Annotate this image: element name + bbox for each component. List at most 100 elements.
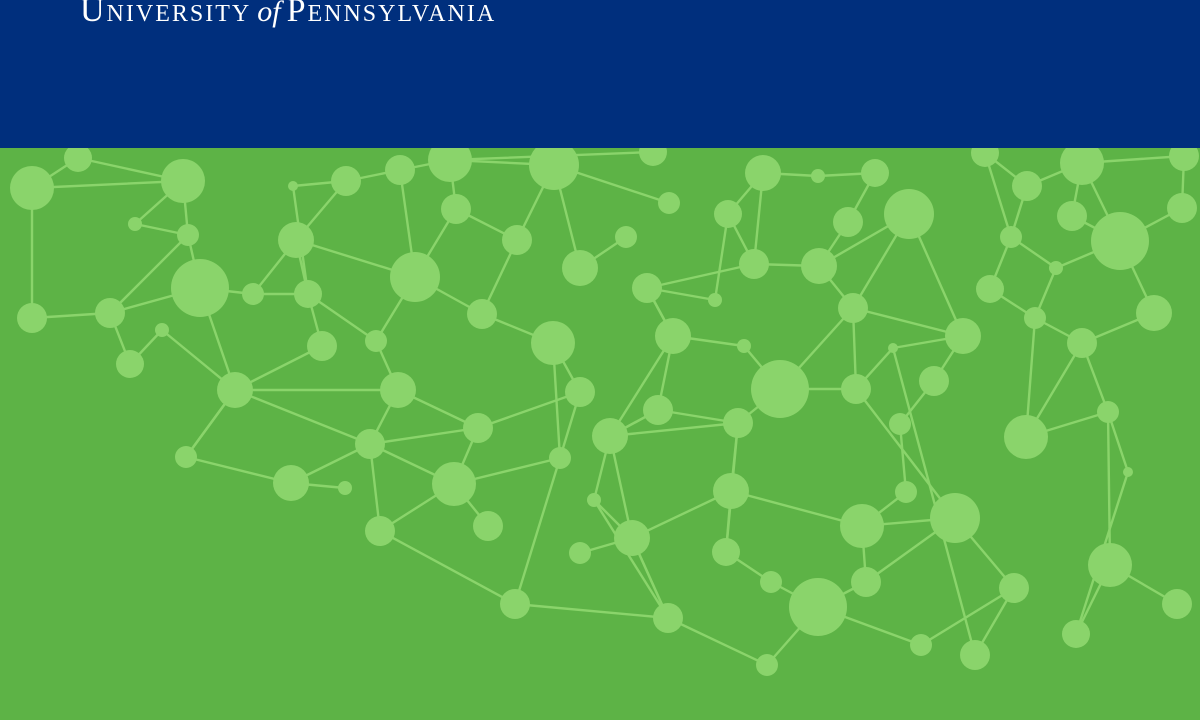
- network-node: [10, 166, 54, 210]
- network-node: [658, 192, 680, 214]
- network-node: [294, 280, 322, 308]
- network-node: [614, 520, 650, 556]
- network-node: [919, 366, 949, 396]
- network-node: [888, 343, 898, 353]
- network-edge: [30, 179, 185, 190]
- network-node: [365, 330, 387, 352]
- network-node: [331, 166, 361, 196]
- network-node: [1049, 261, 1063, 275]
- wordmark-of: of: [257, 0, 281, 28]
- network-node: [751, 360, 809, 418]
- network-node: [365, 516, 395, 546]
- network-node: [1024, 307, 1046, 329]
- network-node: [587, 493, 601, 507]
- network-edge: [1106, 410, 1112, 567]
- network-node: [639, 148, 667, 166]
- network-edge: [368, 426, 480, 446]
- network-node: [653, 603, 683, 633]
- network-node: [592, 418, 628, 454]
- network-node: [463, 413, 493, 443]
- network-node: [217, 372, 253, 408]
- network-node: [841, 374, 871, 404]
- network-node: [976, 275, 1004, 303]
- network-edge: [378, 529, 517, 606]
- network-node: [1012, 171, 1042, 201]
- network-node: [355, 429, 385, 459]
- network-node: [441, 194, 471, 224]
- network-node: [502, 225, 532, 255]
- network-node: [739, 249, 769, 279]
- network-node: [851, 567, 881, 597]
- network-node: [531, 321, 575, 365]
- network-node: [708, 293, 722, 307]
- network-node: [500, 589, 530, 619]
- network-node: [1167, 193, 1197, 223]
- network-node: [884, 189, 934, 239]
- network-node: [549, 447, 571, 469]
- network-node: [760, 571, 782, 593]
- network-node: [910, 634, 932, 656]
- network-node: [1091, 212, 1149, 270]
- network-node: [288, 181, 298, 191]
- network-node: [116, 350, 144, 378]
- network-node: [1000, 226, 1022, 248]
- network-node: [273, 465, 309, 501]
- network-node: [64, 148, 92, 172]
- network-node: [562, 250, 598, 286]
- wordmark-university: University: [80, 0, 252, 29]
- network-node: [1136, 295, 1172, 331]
- network-node: [632, 273, 662, 303]
- network-node: [713, 473, 749, 509]
- network-node: [615, 226, 637, 248]
- header-banner: University of Pennsylvania: [0, 0, 1200, 148]
- network-node: [390, 252, 440, 302]
- network-node: [801, 248, 837, 284]
- network-node: [643, 395, 673, 425]
- network-node: [723, 408, 753, 438]
- network-node: [945, 318, 981, 354]
- network-node: [889, 413, 911, 435]
- network-node: [971, 148, 999, 167]
- network-edge: [592, 498, 670, 620]
- network-node: [565, 377, 595, 407]
- network-node: [155, 323, 169, 337]
- network-node: [95, 298, 125, 328]
- network-node: [1123, 467, 1133, 477]
- wordmark-pennsylvania: Pennsylvania: [286, 0, 497, 29]
- network-node: [960, 640, 990, 670]
- network-edge: [476, 390, 582, 430]
- network-node: [1057, 201, 1087, 231]
- network-graph-pattern: [10, 148, 1199, 676]
- network-node: [307, 331, 337, 361]
- network-node: [838, 293, 868, 323]
- network-node: [714, 200, 742, 228]
- network-node: [1097, 401, 1119, 423]
- network-node: [467, 299, 497, 329]
- network-edge: [513, 602, 670, 620]
- network-node: [861, 159, 889, 187]
- network-node: [1088, 543, 1132, 587]
- network-edge: [513, 456, 562, 606]
- network-node: [569, 542, 591, 564]
- network-node: [529, 148, 579, 190]
- network-node: [1169, 148, 1199, 171]
- network-node: [789, 578, 847, 636]
- network-node: [128, 217, 142, 231]
- network-node: [1162, 589, 1192, 619]
- network-node: [338, 481, 352, 495]
- network-node: [840, 504, 884, 548]
- network-node: [737, 339, 751, 353]
- network-node: [811, 169, 825, 183]
- network-node: [432, 462, 476, 506]
- university-wordmark: University of Pennsylvania: [80, 0, 496, 32]
- network-node: [930, 493, 980, 543]
- network-node: [1004, 415, 1048, 459]
- network-node: [242, 283, 264, 305]
- network-node: [473, 511, 503, 541]
- network-node: [895, 481, 917, 503]
- network-node: [171, 259, 229, 317]
- page: University of Pennsylvania: [0, 0, 1200, 720]
- network-node: [1060, 148, 1104, 185]
- network-edge: [666, 616, 769, 667]
- network-node: [428, 148, 472, 182]
